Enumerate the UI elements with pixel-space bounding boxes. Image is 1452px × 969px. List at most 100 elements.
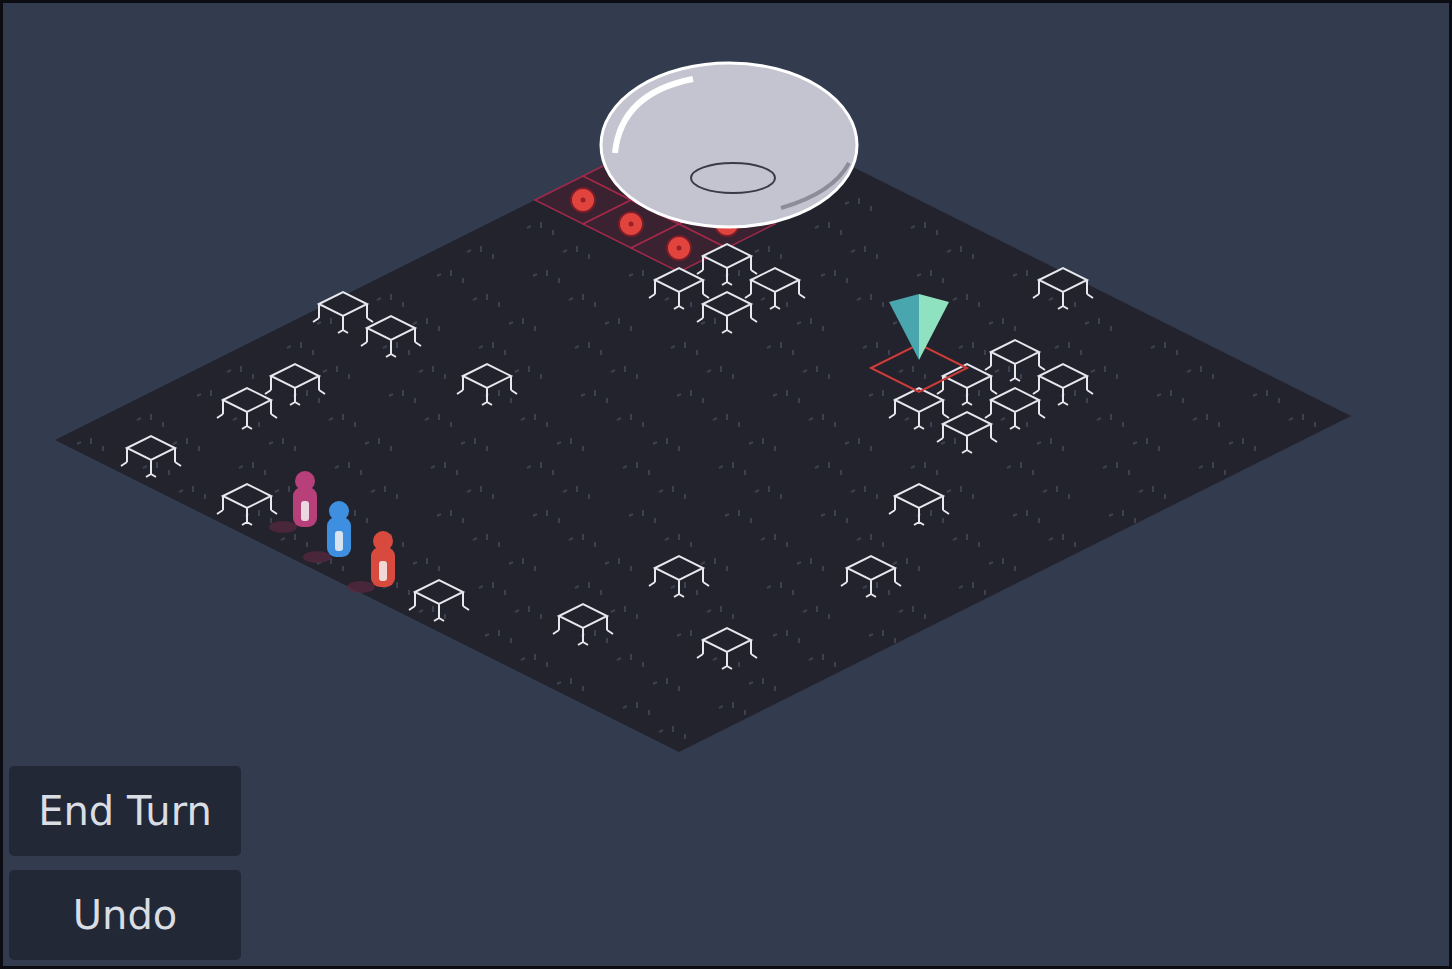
grass-mark bbox=[797, 558, 823, 571]
grass-mark bbox=[917, 270, 943, 283]
grass-mark bbox=[749, 438, 775, 451]
grass-mark bbox=[821, 270, 847, 283]
unit-icon[interactable] bbox=[269, 471, 317, 533]
grass-mark bbox=[749, 678, 775, 691]
grass-mark bbox=[197, 390, 223, 403]
grass-mark bbox=[467, 486, 493, 499]
grass-mark bbox=[671, 582, 697, 595]
grass-mark bbox=[533, 510, 559, 523]
grass-mark bbox=[569, 534, 595, 547]
rock-icon bbox=[649, 556, 709, 597]
grass-mark bbox=[1253, 390, 1279, 403]
grass-mark bbox=[563, 246, 589, 259]
grass-mark bbox=[377, 294, 403, 307]
grass-mark bbox=[1037, 438, 1063, 451]
grass-mark bbox=[623, 462, 649, 475]
grass-mark bbox=[413, 558, 439, 571]
grass-mark bbox=[869, 390, 895, 403]
grass-mark bbox=[947, 246, 973, 259]
grass-mark bbox=[857, 294, 883, 307]
grass-mark bbox=[707, 606, 733, 619]
grass-mark bbox=[563, 486, 589, 499]
grass-mark bbox=[269, 438, 295, 451]
grass-mark bbox=[911, 462, 937, 475]
grass-mark bbox=[365, 438, 391, 451]
grass-mark bbox=[575, 342, 601, 355]
grass-mark bbox=[479, 582, 505, 595]
rock-icon bbox=[553, 604, 613, 645]
grass-mark bbox=[1109, 510, 1135, 523]
grass-mark bbox=[809, 654, 835, 667]
grass-mark bbox=[581, 390, 607, 403]
grass-mark bbox=[707, 366, 733, 379]
grass-mark bbox=[317, 318, 343, 331]
rock-icon bbox=[841, 556, 901, 597]
grass-mark bbox=[1133, 438, 1159, 451]
grass-mark bbox=[77, 438, 103, 451]
grass-mark bbox=[797, 318, 823, 331]
grass-mark bbox=[701, 318, 727, 331]
grass-mark bbox=[479, 342, 505, 355]
grass-mark bbox=[383, 342, 409, 355]
grass-mark bbox=[755, 246, 781, 259]
grass-mark bbox=[425, 414, 451, 427]
grass-mark bbox=[809, 414, 835, 427]
grass-mark bbox=[611, 606, 637, 619]
grass-mark bbox=[575, 582, 601, 595]
grass-mark bbox=[509, 318, 535, 331]
grass-mark bbox=[1103, 462, 1129, 475]
grass-mark bbox=[281, 534, 307, 547]
grass-mark bbox=[581, 630, 607, 643]
grass-mark bbox=[953, 534, 979, 547]
rock-icon bbox=[457, 364, 517, 405]
grass-mark bbox=[653, 678, 679, 691]
rock-icon bbox=[409, 580, 469, 621]
rock-icon bbox=[985, 388, 1045, 429]
grass-mark bbox=[911, 222, 937, 235]
unit-icon[interactable] bbox=[303, 501, 351, 563]
grass-mark bbox=[557, 678, 583, 691]
bowl-icon bbox=[601, 63, 857, 227]
grass-mark bbox=[371, 486, 397, 499]
grass-mark bbox=[1055, 342, 1081, 355]
unit-icon[interactable] bbox=[347, 531, 395, 593]
control-button[interactable]: End Turn bbox=[9, 766, 241, 856]
grass-mark bbox=[761, 534, 787, 547]
grass-mark bbox=[803, 606, 829, 619]
rock-icon bbox=[121, 436, 181, 477]
rock-icon bbox=[937, 364, 997, 405]
rock-icon bbox=[649, 268, 709, 309]
grass-mark bbox=[389, 390, 415, 403]
rock-icon bbox=[217, 388, 277, 429]
grass-mark bbox=[557, 438, 583, 451]
grass-mark bbox=[869, 630, 895, 643]
grass-mark bbox=[767, 582, 793, 595]
grass-mark bbox=[917, 510, 943, 523]
grass-mark bbox=[509, 558, 535, 571]
grass-mark bbox=[665, 534, 691, 547]
grass-mark bbox=[725, 510, 751, 523]
grass-mark bbox=[1157, 390, 1183, 403]
grass-mark bbox=[473, 534, 499, 547]
grass-mark bbox=[527, 462, 553, 475]
grass-mark bbox=[989, 558, 1015, 571]
grass-mark bbox=[1139, 486, 1165, 499]
grass-mark bbox=[899, 366, 925, 379]
grass-mark bbox=[431, 462, 457, 475]
grass-mark bbox=[755, 486, 781, 499]
grass-mark bbox=[725, 270, 751, 283]
rock-icon bbox=[937, 412, 997, 453]
control-button[interactable]: Undo bbox=[9, 870, 241, 960]
grass-mark bbox=[947, 486, 973, 499]
rock-icon bbox=[265, 364, 325, 405]
grass-mark bbox=[335, 462, 361, 475]
grass-mark bbox=[1097, 414, 1123, 427]
grass-mark bbox=[473, 294, 499, 307]
grass-mark bbox=[533, 270, 559, 283]
grass-mark bbox=[617, 414, 643, 427]
grass-mark bbox=[413, 318, 439, 331]
grass-mark bbox=[1187, 366, 1213, 379]
rock-icon bbox=[985, 340, 1045, 381]
grass-mark bbox=[989, 318, 1015, 331]
grass-mark bbox=[773, 630, 799, 643]
